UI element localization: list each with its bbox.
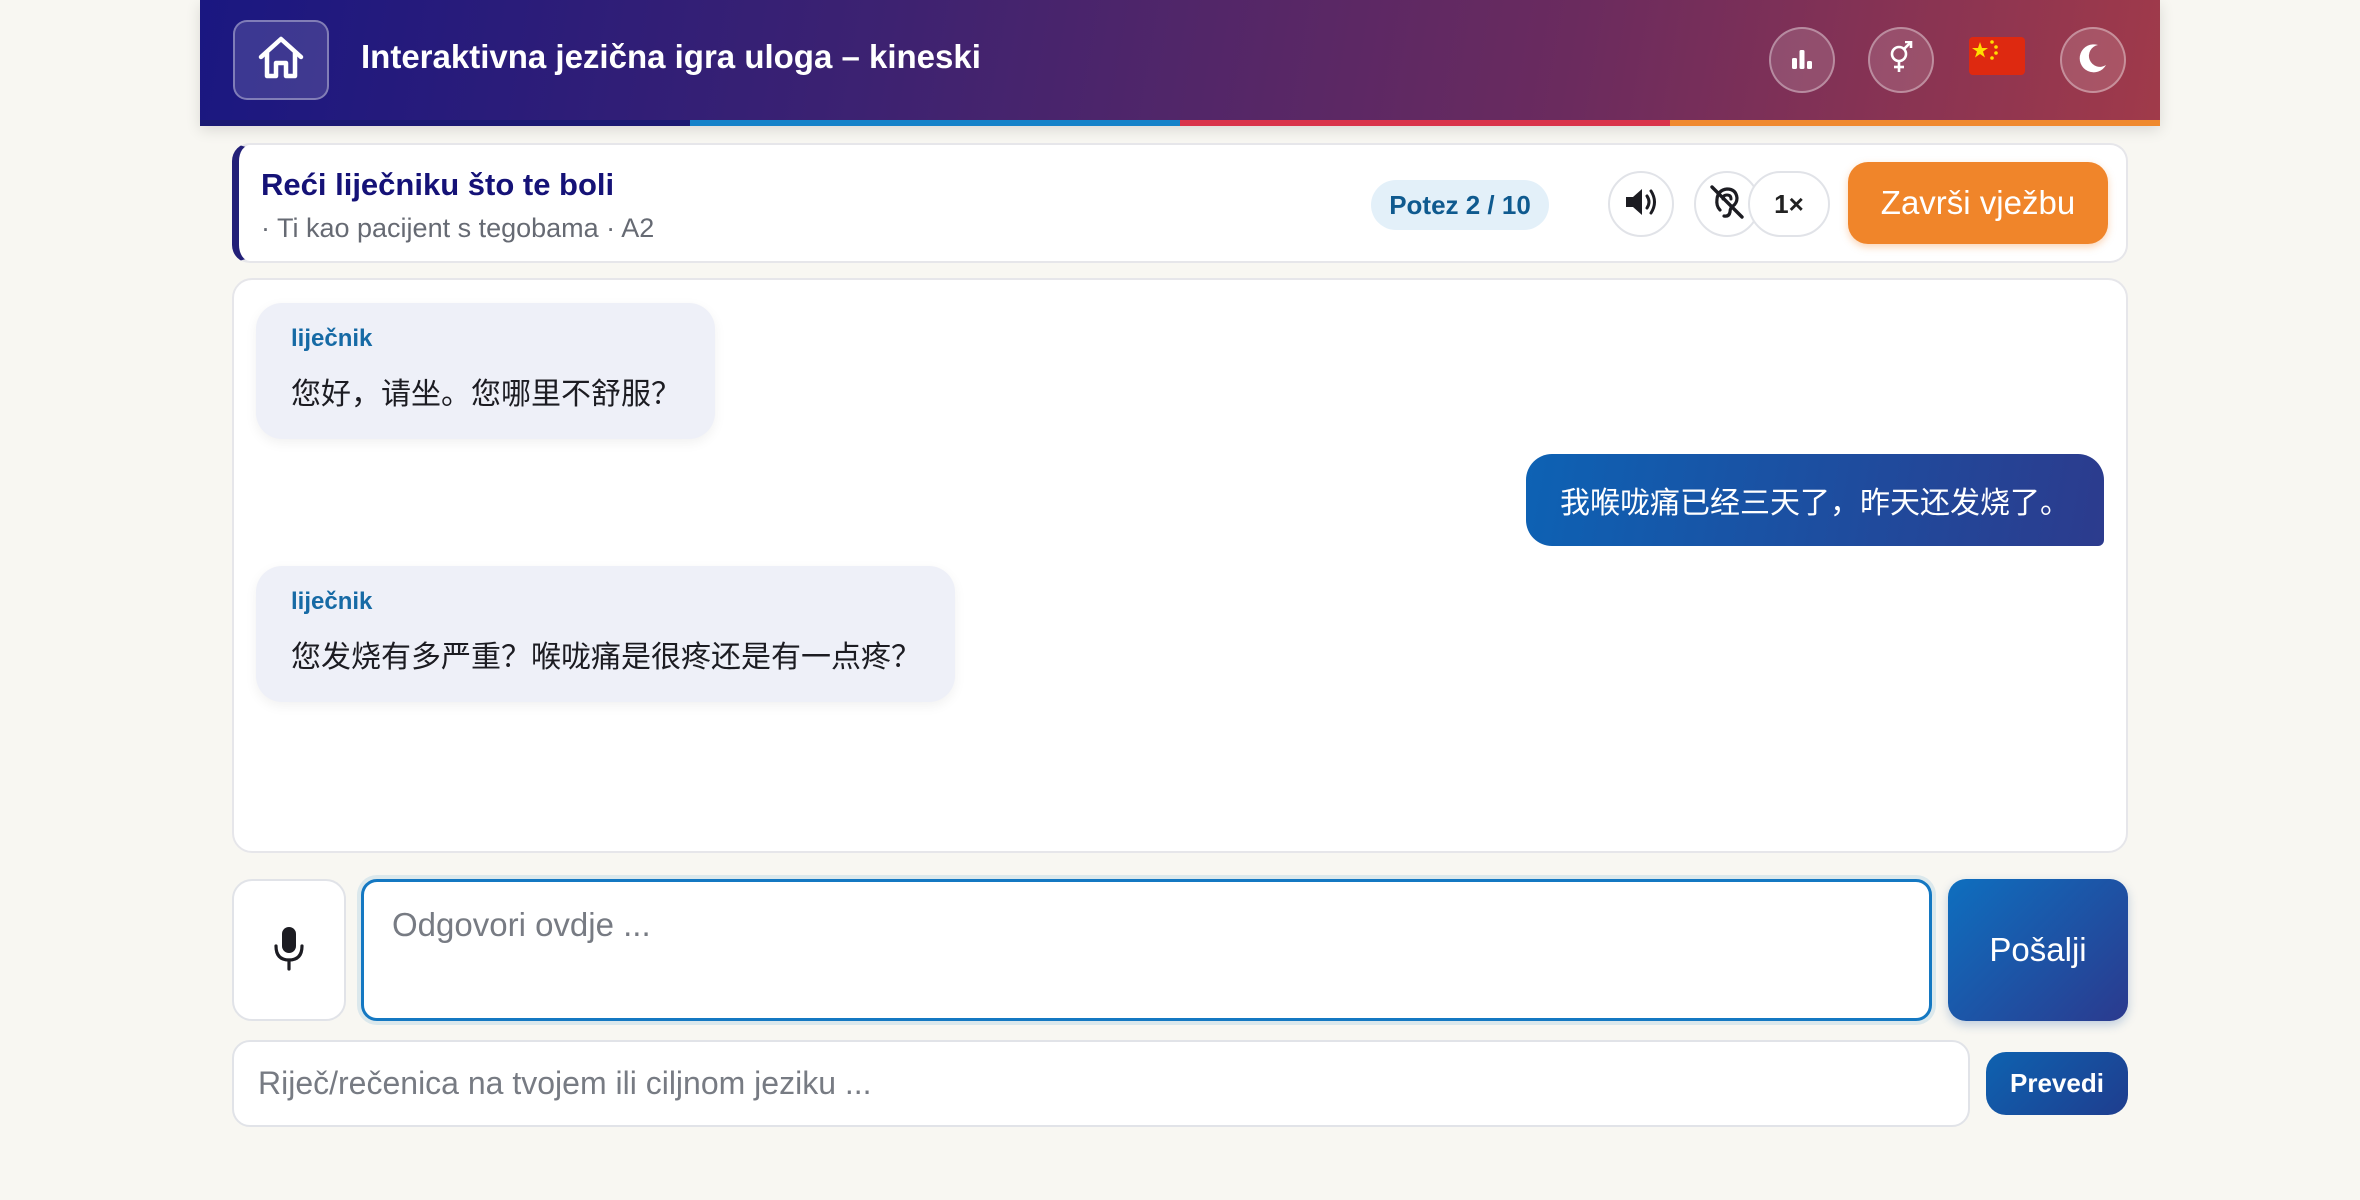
partner-message: liječnik 您发烧有多严重？喉咙痛是很疼还是有一点疼？ [256, 566, 955, 702]
translate-button[interactable]: Prevedi [1986, 1052, 2128, 1115]
message-text: 您发烧有多严重？喉咙痛是很疼还是有一点疼？ [291, 640, 921, 675]
bar-chart-icon [1789, 45, 1815, 76]
finish-exercise-button[interactable]: Završi vježbu [1848, 162, 2108, 244]
header-stripe [200, 120, 2160, 126]
stats-button[interactable] [1769, 27, 1835, 93]
microphone-icon [272, 924, 306, 977]
translate-input[interactable] [232, 1040, 1970, 1127]
message-speaker: liječnik [291, 588, 373, 615]
audio-toggle-button[interactable] [1608, 171, 1674, 237]
gender-button[interactable] [1868, 27, 1934, 93]
scenario-subtitle: · Ti kao pacijent s tegobama · A2 [261, 213, 655, 243]
partner-message: liječnik 您好，请坐。您哪里不舒服？ [256, 303, 715, 439]
app-title: Interaktivna jezična igra uloga – kinesk… [361, 38, 981, 75]
message-text: 您好，请坐。您哪里不舒服？ [291, 377, 681, 412]
microphone-button[interactable] [232, 879, 346, 1021]
china-flag-icon [1969, 36, 2025, 80]
app-container: Interaktivna jezična igra uloga – kinesk… [200, 0, 2160, 1200]
send-button[interactable]: Pošalji [1948, 879, 2128, 1021]
moon-icon [2076, 41, 2110, 80]
chat-panel: liječnik 您好，请坐。您哪里不舒服？ 我喉咙痛已经三天了，昨天还发烧了。… [232, 278, 2128, 853]
playback-speed-button[interactable]: 1× [1748, 171, 1830, 237]
speaker-icon [1623, 186, 1659, 223]
muted-ear-icon [1708, 184, 1746, 225]
theme-toggle-button[interactable] [2060, 27, 2126, 93]
app-header: Interaktivna jezična igra uloga – kinesk… [200, 0, 2160, 126]
scenario-title: Reći liječniku što te boli [261, 167, 615, 202]
home-button[interactable] [233, 20, 329, 100]
answer-input[interactable] [361, 879, 1932, 1021]
language-flag-button[interactable] [1968, 36, 2026, 80]
scenario-bar: Reći liječniku što te boli · Ti kao paci… [232, 143, 2128, 263]
message-text: 我喉咙痛已经三天了，昨天还发烧了。 [1560, 486, 2070, 521]
gender-icon [1887, 40, 1915, 80]
message-speaker: liječnik [291, 325, 373, 352]
turn-counter-badge: Potez 2 / 10 [1371, 180, 1549, 230]
home-icon [256, 35, 306, 86]
user-message: 我喉咙痛已经三天了，昨天还发烧了。 [1526, 454, 2104, 546]
